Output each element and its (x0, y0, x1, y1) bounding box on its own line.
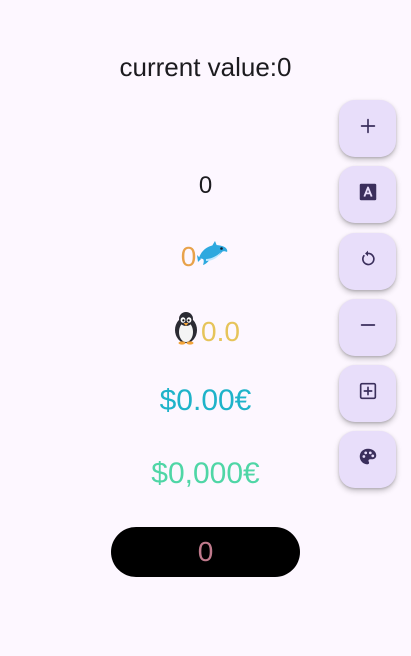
palette-button[interactable] (339, 431, 396, 488)
penguin-icon (171, 311, 201, 352)
dolphin-value: 0 (180, 241, 197, 272)
page-title: current value:0 (119, 52, 292, 82)
minus-icon (357, 314, 379, 341)
plus-icon (357, 115, 379, 142)
subtract-button[interactable] (339, 299, 396, 356)
text-format-button[interactable] (339, 166, 396, 223)
counter-screen: current value:0 0 0 0.0 $0.00€ $0,000€ 0 (0, 0, 411, 656)
plus-box-icon (357, 380, 379, 407)
penguin-value: 0.0 (201, 316, 240, 347)
palette-icon (357, 446, 379, 473)
reset-button[interactable] (339, 233, 396, 290)
add-box-button[interactable] (339, 365, 396, 422)
text-format-icon (357, 181, 379, 208)
add-button[interactable] (339, 100, 396, 157)
pill-value: 0 (111, 527, 300, 577)
dolphin-icon (196, 238, 230, 277)
refresh-icon (357, 248, 379, 275)
